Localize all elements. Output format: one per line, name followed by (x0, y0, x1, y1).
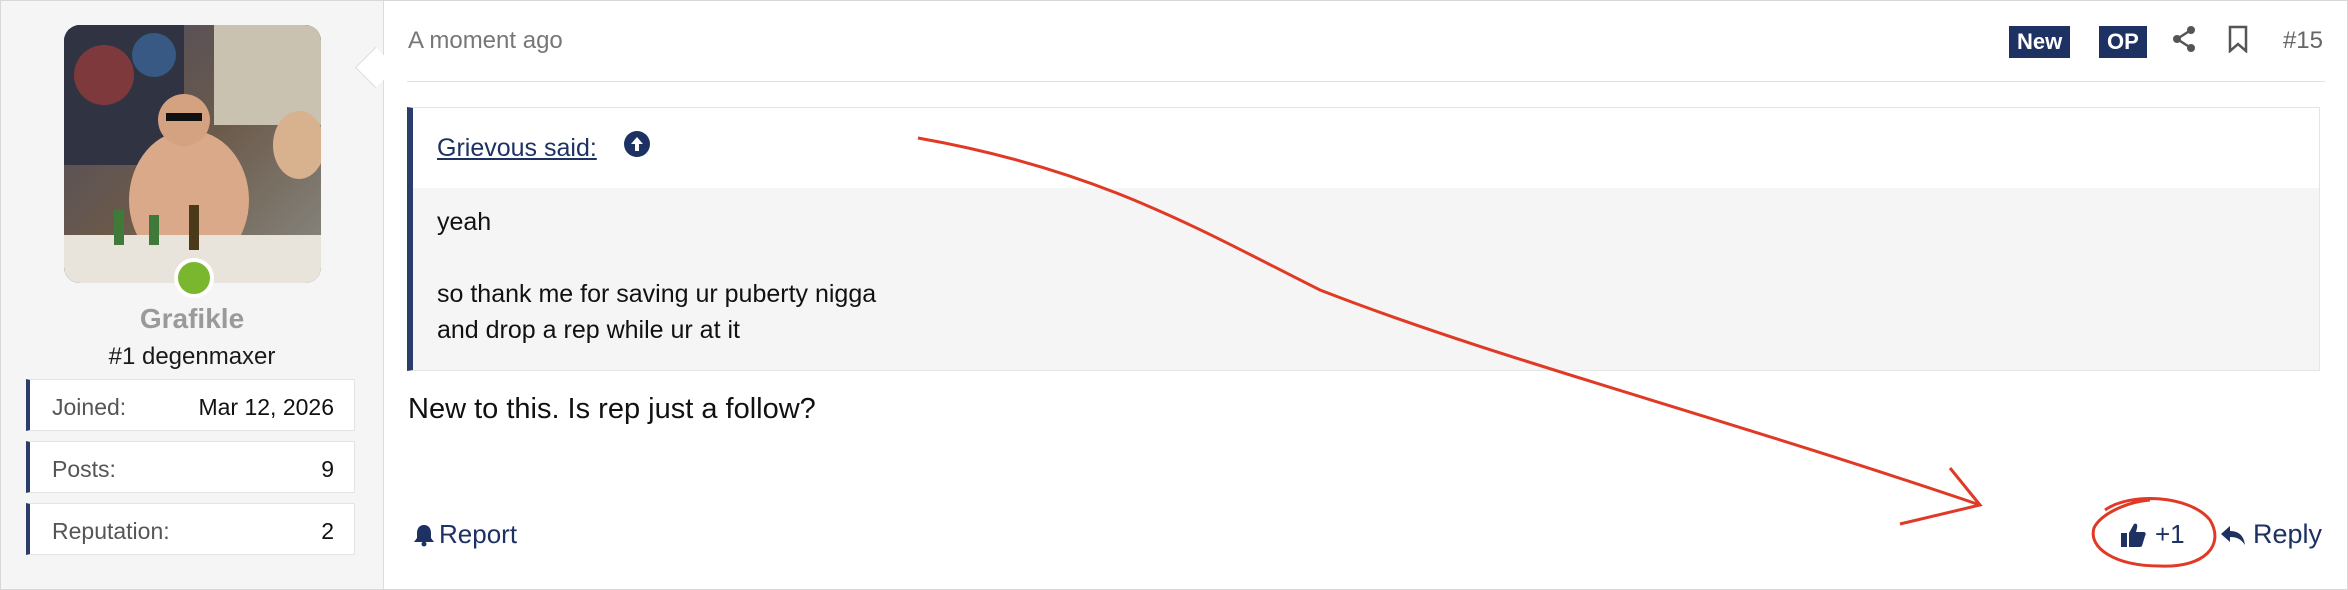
bookmark-icon[interactable] (2227, 25, 2249, 58)
username[interactable]: Grafikle (1, 303, 383, 335)
quote-line: and drop a rep while ur at it (437, 316, 740, 344)
reply-label: Reply (2253, 519, 2323, 549)
quote-body: yeah so thank me for saving ur puberty n… (413, 188, 2319, 370)
share-icon[interactable] (2171, 25, 2197, 58)
reply-icon (2221, 525, 2245, 545)
user-sidebar: Grafikle #1 degenmaxer Joined: Mar 12, 2… (1, 1, 384, 589)
stat-reputation: Reputation: 2 (26, 503, 355, 555)
quote-line: so thank me for saving ur puberty nigga (437, 280, 877, 308)
arrow-up-circle-icon[interactable] (623, 130, 651, 158)
stat-value: 2 (321, 518, 334, 544)
online-status-dot (174, 258, 214, 298)
user-title: #1 degenmaxer (108, 343, 276, 370)
post-message: New to this. Is rep just a follow? (408, 393, 816, 425)
header-divider (407, 81, 2325, 82)
quote-line: yeah (437, 208, 492, 236)
quote-block: Grievous said: yeah so thank me for savi… (407, 107, 2320, 371)
new-badge: New (2009, 26, 2071, 58)
reply-button[interactable]: Reply (2219, 519, 2322, 550)
stat-label: Posts: (52, 456, 116, 482)
report-link[interactable]: Report (413, 519, 517, 550)
op-badge: OP (2099, 26, 2147, 58)
stat-value: Mar 12, 2026 (198, 394, 334, 420)
like-button[interactable]: +1 (2119, 519, 2185, 550)
stat-label: Reputation: (52, 518, 170, 544)
stat-joined: Joined: Mar 12, 2026 (26, 379, 355, 431)
stat-posts: Posts: 9 (26, 441, 355, 493)
stat-label: Joined: (52, 394, 127, 420)
post-number[interactable]: #15 (2283, 27, 2323, 55)
avatar-photo (64, 25, 321, 283)
like-count: +1 (2155, 519, 2185, 549)
stat-value: 9 (321, 456, 334, 482)
report-label: Report (439, 519, 518, 549)
post-timestamp[interactable]: A moment ago (408, 27, 563, 55)
bell-icon (414, 524, 434, 546)
forum-post: Grafikle #1 degenmaxer Joined: Mar 12, 2… (0, 0, 2348, 590)
avatar[interactable] (64, 25, 321, 283)
quote-author-link[interactable]: Grievous said: (437, 134, 597, 163)
thumbs-up-icon (2121, 523, 2146, 547)
